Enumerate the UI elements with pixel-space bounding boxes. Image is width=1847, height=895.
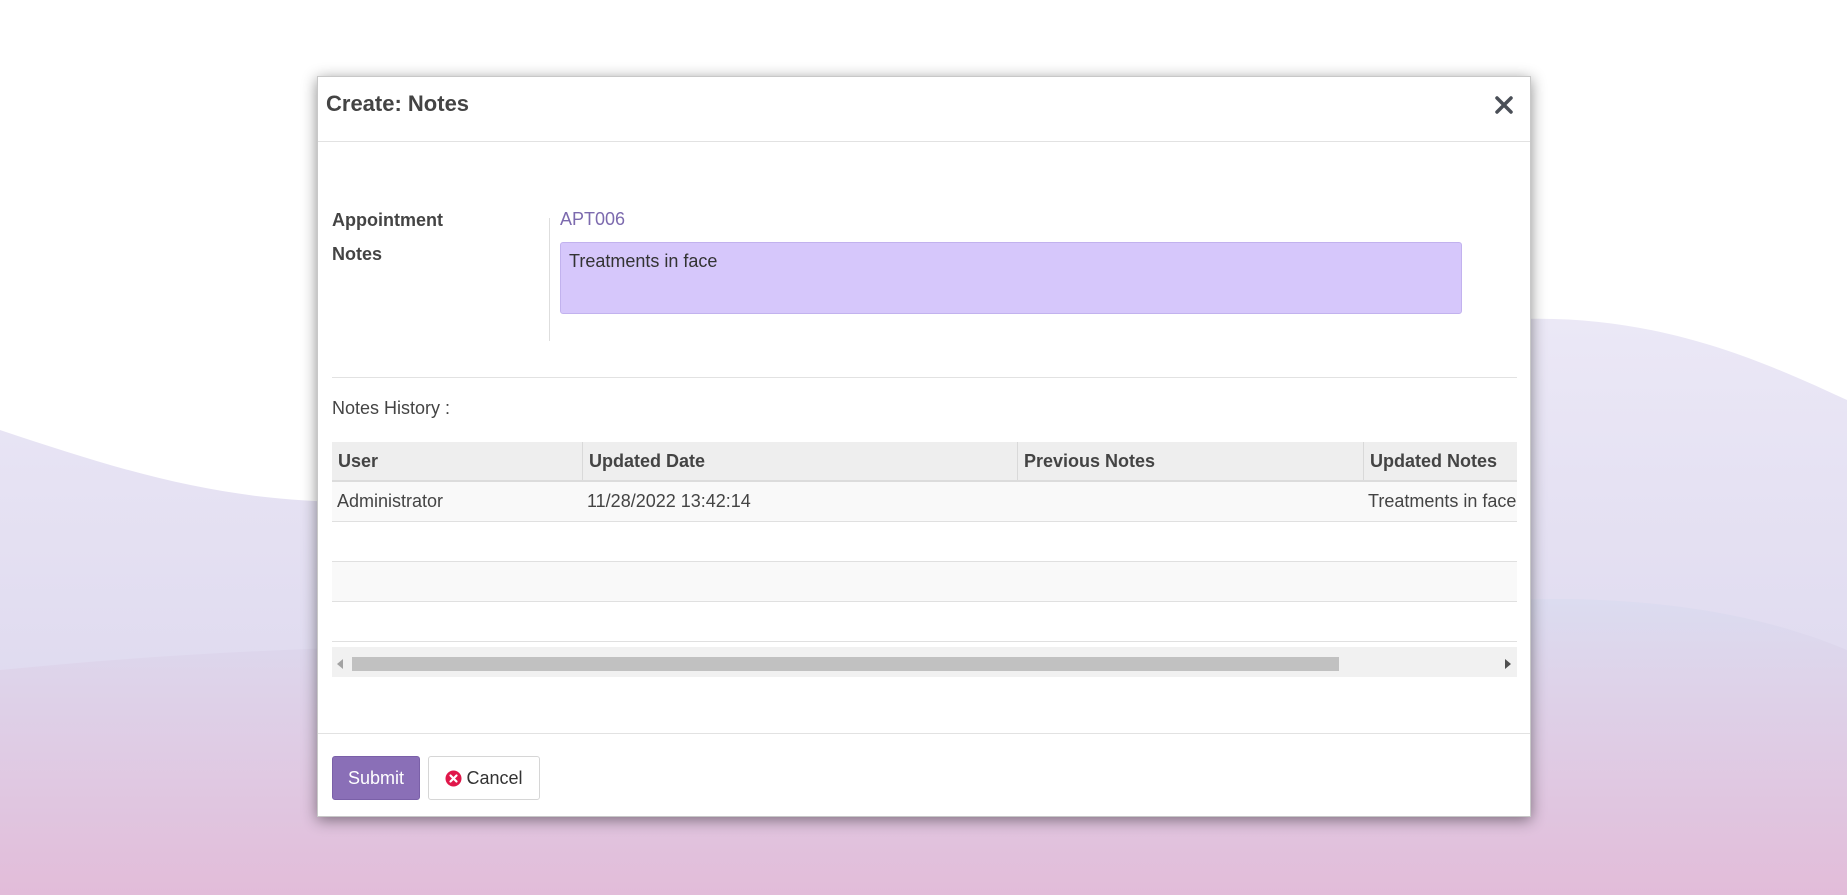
section-divider (332, 377, 1517, 378)
notes-textarea[interactable]: Treatments in face (560, 242, 1462, 314)
field-divider (549, 218, 550, 341)
scroll-right-arrow[interactable] (1500, 657, 1514, 671)
table-header: User Updated Date Previous Notes Updated… (332, 442, 1517, 482)
appointment-link[interactable]: APT006 (560, 209, 625, 230)
empty-table-row (332, 602, 1517, 642)
triangle-right-icon (1505, 659, 1511, 669)
create-notes-dialog: Create: Notes Appointment Notes APT006 T… (317, 76, 1531, 817)
column-header-previous-notes[interactable]: Previous Notes (1017, 442, 1363, 480)
footer-divider (318, 733, 1530, 734)
column-header-updated-date[interactable]: Updated Date (582, 442, 1017, 480)
empty-table-row (332, 562, 1517, 602)
cell-user: Administrator (337, 491, 444, 511)
submit-button[interactable]: Submit (332, 756, 420, 800)
appointment-label: Appointment (332, 210, 443, 230)
empty-table-row (332, 522, 1517, 562)
times-circle-icon (445, 770, 462, 787)
triangle-left-icon (337, 659, 343, 669)
cell-previous-notes (1017, 482, 1363, 521)
notes-history-label: Notes History : (332, 398, 451, 418)
cell-updated-date: 11/28/2022 13:42:14 (587, 491, 751, 511)
close-button[interactable] (1490, 91, 1518, 119)
cancel-button[interactable]: Cancel (428, 756, 540, 800)
scrollbar-thumb[interactable] (352, 657, 1339, 671)
scroll-left-arrow[interactable] (334, 657, 348, 671)
cell-updated-notes: Treatments in face (1368, 491, 1517, 511)
close-icon (1495, 96, 1513, 114)
notes-label: Notes (332, 244, 383, 264)
column-header-user[interactable]: User (332, 442, 582, 480)
dialog-title: Create: Notes (326, 91, 470, 116)
notes-history-table: User Updated Date Previous Notes Updated… (332, 442, 1517, 677)
dialog-header: Create: Notes (318, 77, 1530, 142)
horizontal-scrollbar[interactable] (332, 647, 1517, 677)
cancel-button-label: Cancel (466, 767, 523, 788)
column-header-updated-notes[interactable]: Updated Notes (1363, 442, 1517, 480)
table-row[interactable]: Administrator 11/28/2022 13:42:14 Treatm… (332, 482, 1517, 522)
